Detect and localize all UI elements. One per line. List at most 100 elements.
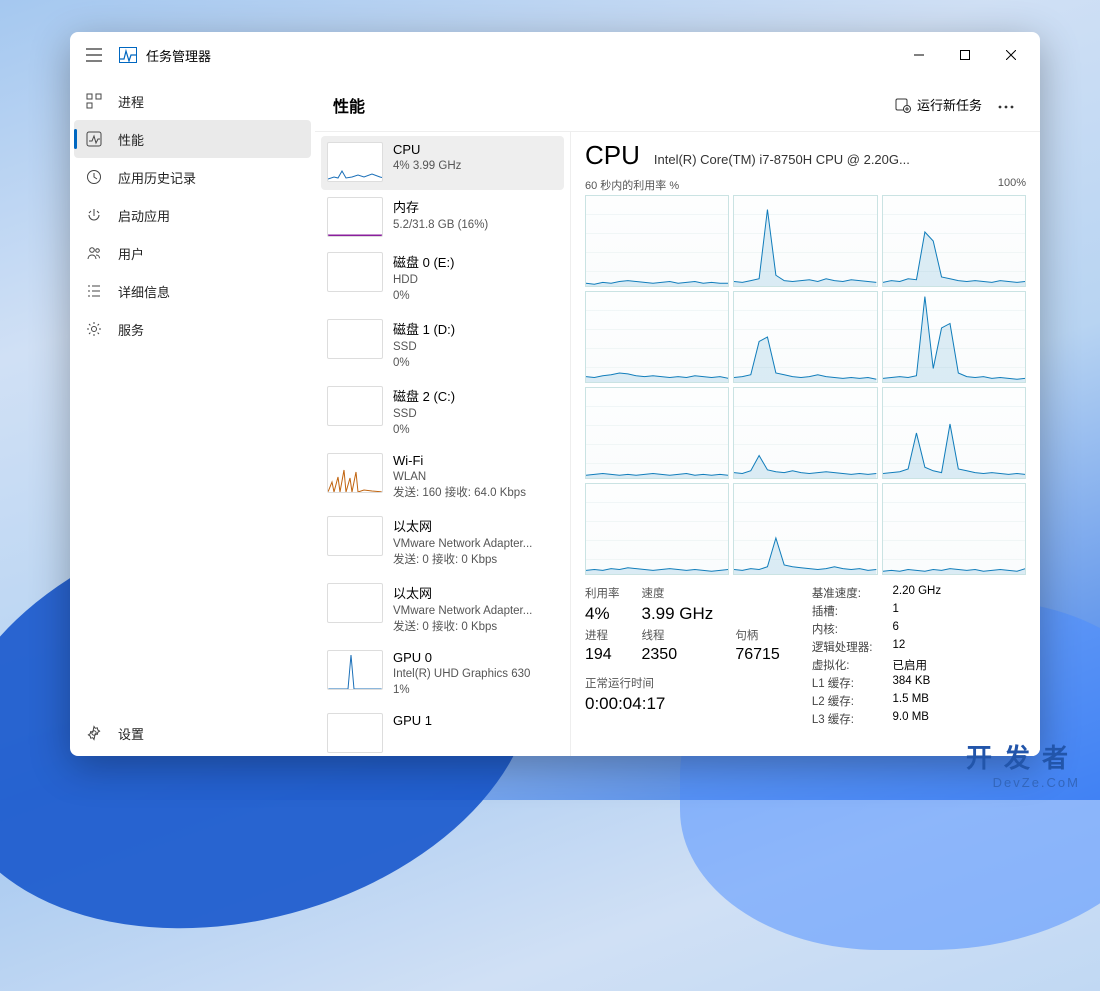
more-icon (998, 105, 1014, 109)
cpu-core-chart-2 (882, 195, 1026, 287)
perf-item-sub2: 发送: 0 接收: 0 Kbps (393, 553, 558, 569)
perf-item-name: 磁盘 2 (C:) (393, 386, 558, 405)
perf-item-1[interactable]: 内存 5.2/31.8 GB (16%) (321, 191, 564, 245)
stat-value-threads: 2350 (642, 646, 714, 664)
hamburger-button[interactable] (76, 37, 112, 73)
nav-services[interactable]: 服务 (74, 310, 311, 348)
nav-label: 用户 (118, 244, 144, 263)
uptime-label: 正常运行时间 (585, 675, 780, 691)
stat-value: 6 (893, 621, 942, 637)
close-icon (1006, 50, 1016, 60)
perf-thumb (327, 142, 383, 182)
perf-item-8[interactable]: GPU 0 Intel(R) UHD Graphics 630 1% (321, 644, 564, 706)
nav-label: 启动应用 (118, 206, 170, 225)
perf-item-sub1: HDD (393, 273, 558, 289)
performance-list[interactable]: CPU 4% 3.99 GHz 内存 5.2/31.8 GB (16%) 磁盘 … (315, 132, 570, 756)
content-header: 性能 运行新任务 (315, 78, 1040, 132)
perf-thumb (327, 516, 383, 556)
perf-item-sub1: Intel(R) UHD Graphics 630 (393, 667, 558, 683)
perf-item-sub1: SSD (393, 407, 558, 423)
uptime-value: 0:00:04:17 (585, 694, 780, 714)
nav-label: 设置 (118, 724, 144, 743)
list-icon (84, 281, 104, 301)
perf-item-sub1: 5.2/31.8 GB (16%) (393, 218, 558, 234)
perf-thumb (327, 252, 383, 292)
stat-value: 1 (893, 603, 942, 619)
history-icon (84, 167, 104, 187)
maximize-button[interactable] (942, 39, 988, 71)
minimize-button[interactable] (896, 39, 942, 71)
stat-key: 基准速度: (812, 585, 873, 601)
cpu-core-chart-5 (882, 291, 1026, 383)
cpu-core-chart-7 (733, 387, 877, 479)
cpu-core-chart-4 (733, 291, 877, 383)
titlebar: 任务管理器 (70, 32, 1040, 78)
nav-app-history[interactable]: 应用历史记录 (74, 158, 311, 196)
cpu-core-chart-9 (585, 483, 729, 575)
run-task-label: 运行新任务 (917, 95, 982, 114)
cpu-core-chart-6 (585, 387, 729, 479)
app-icon (118, 45, 138, 65)
perf-item-name: 磁盘 1 (D:) (393, 319, 558, 338)
perf-thumb (327, 319, 383, 359)
more-button[interactable] (990, 92, 1022, 117)
run-task-icon (895, 97, 911, 113)
nav-label: 进程 (118, 92, 144, 111)
nav-users[interactable]: 用户 (74, 234, 311, 272)
gear-icon (84, 319, 104, 339)
perf-item-sub2: 发送: 160 接收: 64.0 Kbps (393, 486, 558, 502)
perf-item-sub2: 0% (393, 423, 558, 439)
cpu-core-chart-11 (882, 483, 1026, 575)
sidebar: 进程 性能 应用历史记录 启动应用 用户 详细信息 (70, 78, 315, 756)
stat-value: 2.20 GHz (893, 585, 942, 601)
perf-thumb (327, 713, 383, 753)
stat-value: 384 KB (893, 675, 942, 691)
perf-item-sub1: 4% 3.99 GHz (393, 159, 558, 175)
nav-label: 服务 (118, 320, 144, 339)
perf-item-4[interactable]: 磁盘 2 (C:) SSD 0% (321, 380, 564, 446)
perf-item-name: 磁盘 0 (E:) (393, 252, 558, 271)
perf-item-name: Wi-Fi (393, 453, 558, 468)
cpu-core-chart-3 (585, 291, 729, 383)
cpu-core-chart-10 (733, 483, 877, 575)
perf-item-7[interactable]: 以太网 VMware Network Adapter... 发送: 0 接收: … (321, 577, 564, 643)
nav-startup[interactable]: 启动应用 (74, 196, 311, 234)
perf-thumb (327, 453, 383, 493)
perf-item-3[interactable]: 磁盘 1 (D:) SSD 0% (321, 313, 564, 379)
close-button[interactable] (988, 39, 1034, 71)
nav-settings[interactable]: 设置 (74, 714, 311, 752)
perf-item-sub1: VMware Network Adapter... (393, 537, 558, 553)
stat-value-speed: 3.99 GHz (642, 604, 714, 624)
users-icon (84, 243, 104, 263)
performance-icon (84, 129, 104, 149)
stat-key: 插槽: (812, 603, 873, 619)
maximize-icon (960, 50, 970, 60)
perf-item-name: CPU (393, 142, 558, 157)
stat-label-handles: 句柄 (735, 627, 780, 643)
stat-value-handles: 76715 (735, 646, 780, 664)
perf-item-6[interactable]: 以太网 VMware Network Adapter... 发送: 0 接收: … (321, 510, 564, 576)
stat-label-blank (735, 585, 780, 601)
perf-item-5[interactable]: Wi-Fi WLAN 发送: 160 接收: 64.0 Kbps (321, 447, 564, 509)
cpu-core-chart-1 (733, 195, 877, 287)
stat-label-speed: 速度 (642, 585, 714, 601)
nav-label: 应用历史记录 (118, 168, 196, 187)
perf-item-2[interactable]: 磁盘 0 (E:) HDD 0% (321, 246, 564, 312)
nav-details[interactable]: 详细信息 (74, 272, 311, 310)
stat-value-processes: 194 (585, 646, 620, 664)
perf-item-name: GPU 0 (393, 650, 558, 665)
minimize-icon (914, 50, 924, 60)
page-title: 性能 (333, 93, 365, 117)
perf-item-0[interactable]: CPU 4% 3.99 GHz (321, 136, 564, 190)
nav-processes[interactable]: 进程 (74, 82, 311, 120)
nav-performance[interactable]: 性能 (74, 120, 311, 158)
perf-thumb (327, 583, 383, 623)
perf-thumb (327, 386, 383, 426)
run-new-task-button[interactable]: 运行新任务 (887, 90, 990, 119)
cpu-core-chart-8 (882, 387, 1026, 479)
stat-key: L1 缓存: (812, 675, 873, 691)
window-title: 任务管理器 (146, 46, 211, 65)
stat-label-threads: 线程 (642, 627, 714, 643)
perf-item-9[interactable]: GPU 1 (321, 707, 564, 756)
stat-key: 逻辑处理器: (812, 639, 873, 655)
